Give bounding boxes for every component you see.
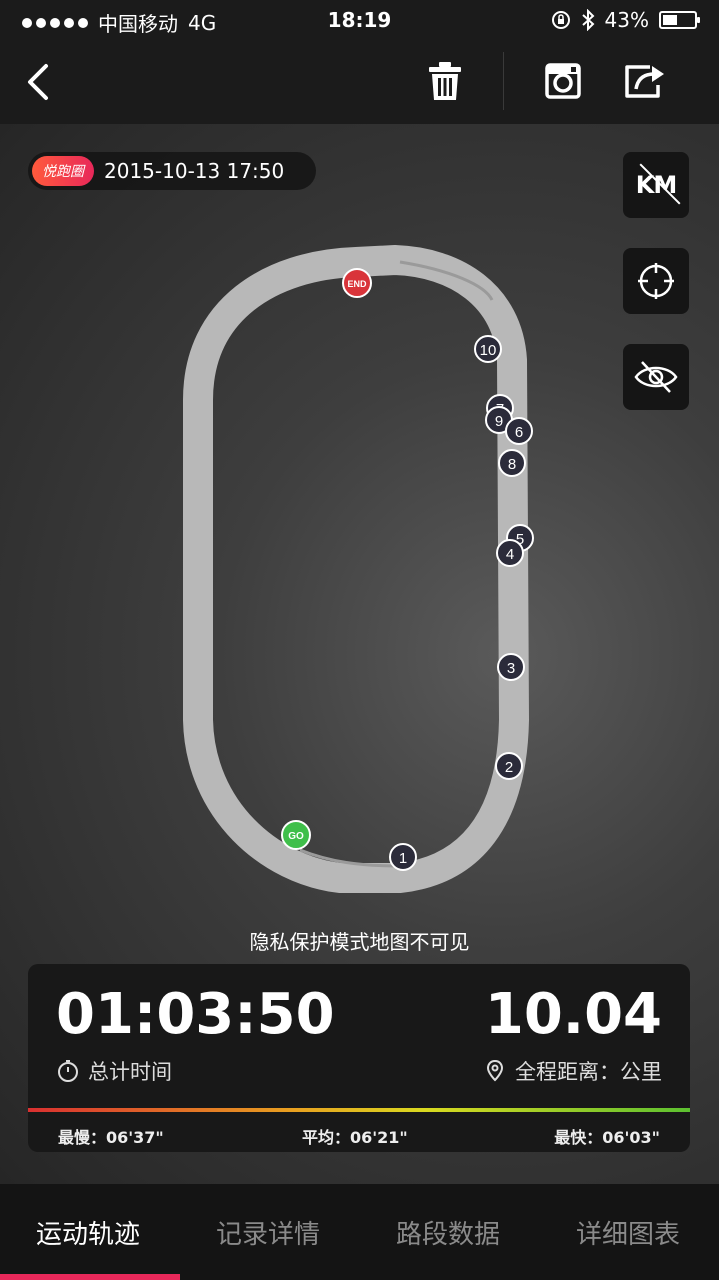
pace-fastest: 最快：06'03"	[554, 1128, 660, 1147]
end-label: END	[347, 279, 367, 289]
distance-value: 10.04	[484, 982, 662, 1047]
km-marker[interactable]: 2	[495, 752, 523, 780]
km-marker-label: 6	[515, 424, 523, 441]
km-toggle-button[interactable]: KM	[623, 152, 689, 218]
km-marker[interactable]: 3	[497, 653, 525, 681]
go-label: GO	[288, 831, 304, 842]
total-time-value: 01:03:50	[56, 982, 335, 1047]
stopwatch-icon	[58, 1060, 78, 1082]
record-badge: 悦跑圈 2015-10-13 17:50	[28, 152, 316, 190]
distance-caption: 全程距离：公里	[483, 1056, 662, 1086]
pace-slowest: 最慢：06'37"	[58, 1128, 164, 1147]
pace-gradient-bar	[28, 1108, 690, 1112]
km-off-icon: KM	[636, 163, 681, 205]
locate-button[interactable]	[623, 248, 689, 314]
tab-segment-data[interactable]: 路段数据	[396, 1214, 500, 1251]
km-marker-label: 2	[505, 759, 513, 776]
km-marker[interactable]: 1	[389, 843, 417, 871]
tab-record-details[interactable]: 记录详情	[216, 1214, 320, 1251]
location-pin-icon	[486, 1059, 504, 1082]
km-marker[interactable]: 8	[498, 449, 526, 477]
eye-off-icon	[634, 361, 678, 393]
km-marker-label: 4	[506, 546, 514, 563]
km-marker-label: 8	[508, 456, 516, 473]
total-time-caption: 总计时间	[56, 1056, 172, 1086]
km-marker-label: 3	[507, 660, 515, 677]
active-tab-indicator	[0, 1274, 180, 1280]
km-marker[interactable]: 6	[505, 417, 533, 445]
distance-label: 全程距离：公里	[515, 1060, 662, 1084]
privacy-notice: 隐私保护模式地图不可见	[249, 930, 470, 954]
stats-panel: 01:03:50 10.04 总计时间 全程距离：公里 最慢：06'37" 平均…	[28, 964, 690, 1152]
start-marker[interactable]: GO	[281, 820, 311, 850]
brand-logo: 悦跑圈	[32, 156, 94, 186]
end-marker[interactable]: END	[342, 268, 372, 298]
tab-track[interactable]: 运动轨迹	[36, 1214, 140, 1251]
record-datetime: 2015-10-13 17:50	[104, 159, 285, 183]
km-marker[interactable]: 4	[496, 539, 524, 567]
crosshair-icon	[638, 263, 674, 299]
bottom-tab-bar: 运动轨迹 记录详情 路段数据 详细图表	[0, 1184, 719, 1280]
tab-detailed-charts[interactable]: 详细图表	[576, 1214, 680, 1251]
km-marker-label: 1	[399, 850, 407, 867]
km-marker-label: 10	[480, 342, 497, 359]
km-marker[interactable]: 10	[474, 335, 502, 363]
privacy-toggle-button[interactable]	[623, 344, 689, 410]
total-time-label: 总计时间	[88, 1060, 172, 1084]
km-marker-label: 9	[495, 413, 503, 430]
pace-average: 平均：06'21"	[302, 1128, 408, 1147]
